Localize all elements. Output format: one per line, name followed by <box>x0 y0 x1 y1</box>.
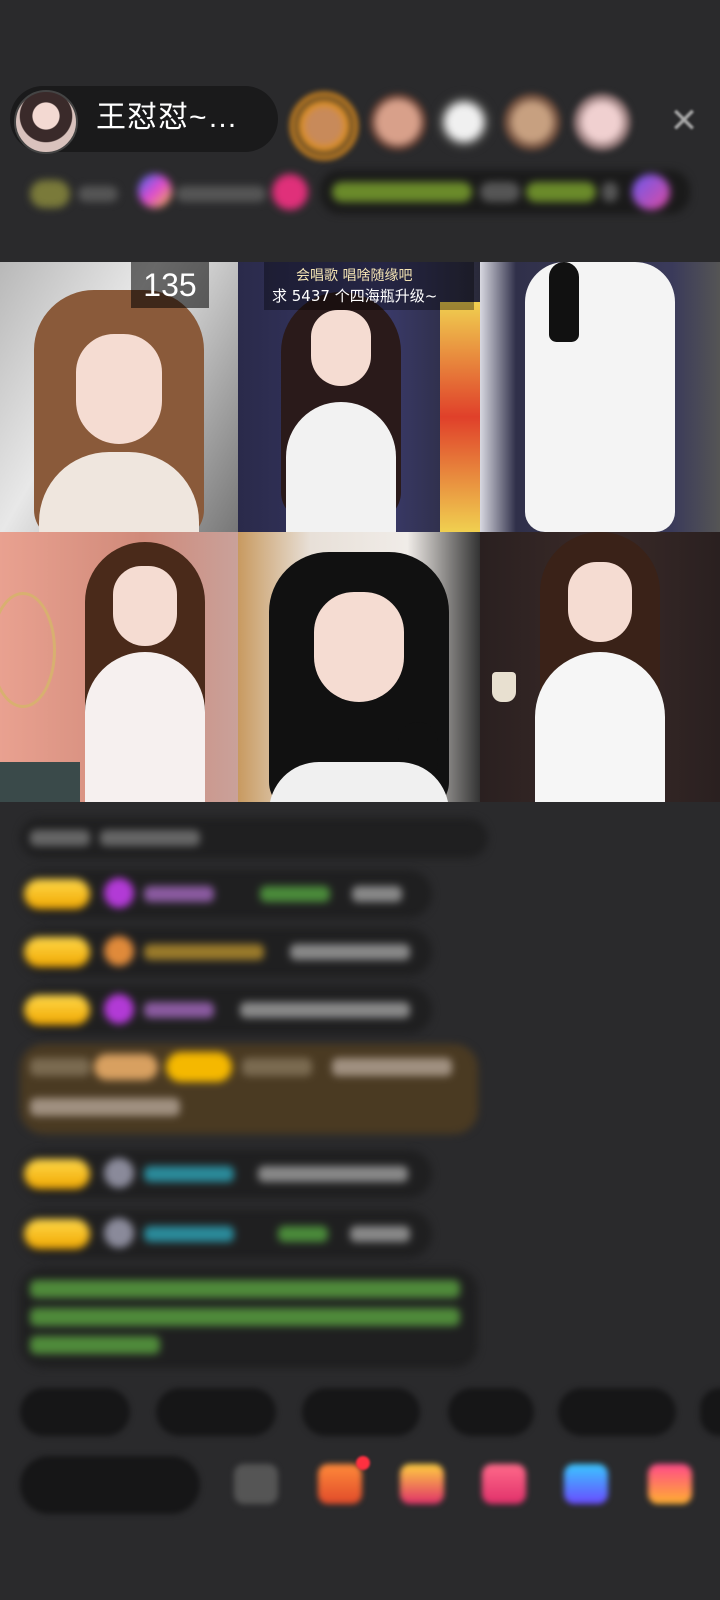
video-tile[interactable] <box>0 532 238 802</box>
chat-message <box>20 1268 478 1368</box>
more-icon[interactable] <box>648 1464 692 1504</box>
quick-reply[interactable] <box>700 1388 720 1436</box>
chat-message <box>20 1044 478 1134</box>
quick-reply[interactable] <box>20 1388 130 1436</box>
video-tile[interactable] <box>238 532 480 802</box>
comment-input[interactable] <box>20 1456 200 1514</box>
host-name[interactable]: 王怼怼~… <box>96 98 239 138</box>
banner-text: 求 5437 个四海瓶升级~ <box>272 287 438 305</box>
chat-message <box>20 870 432 918</box>
viewer-avatar[interactable] <box>502 92 562 152</box>
viewer-avatar[interactable] <box>290 92 358 160</box>
viewer-avatar[interactable] <box>368 92 428 152</box>
quick-reply[interactable] <box>302 1388 420 1436</box>
score-counter: 135 <box>131 262 209 308</box>
status-row <box>24 170 694 220</box>
quick-reply[interactable] <box>558 1388 676 1436</box>
chat-message <box>20 1150 432 1198</box>
chat-message <box>20 818 488 858</box>
chat-message <box>20 1210 432 1258</box>
chat-message <box>20 928 432 976</box>
chat-message <box>20 986 432 1034</box>
heart-icon[interactable] <box>482 1464 526 1504</box>
viewer-avatar[interactable] <box>434 92 494 152</box>
banner-text: 会唱歌 唱啥随缘吧 <box>296 268 413 284</box>
avatar[interactable] <box>14 90 78 154</box>
viewer-avatar[interactable] <box>572 92 632 152</box>
close-icon[interactable]: ✕ <box>666 104 702 140</box>
video-tile[interactable] <box>480 262 720 532</box>
quick-reply[interactable] <box>156 1388 276 1436</box>
video-tile[interactable] <box>480 532 720 802</box>
notification-dot <box>356 1456 370 1470</box>
gift-box-icon[interactable] <box>400 1464 444 1504</box>
game-icon[interactable] <box>564 1464 608 1504</box>
quick-reply[interactable] <box>448 1388 534 1436</box>
gift-icon[interactable] <box>318 1464 362 1504</box>
emoji-icon[interactable] <box>234 1464 278 1504</box>
video-grid <box>0 262 720 802</box>
